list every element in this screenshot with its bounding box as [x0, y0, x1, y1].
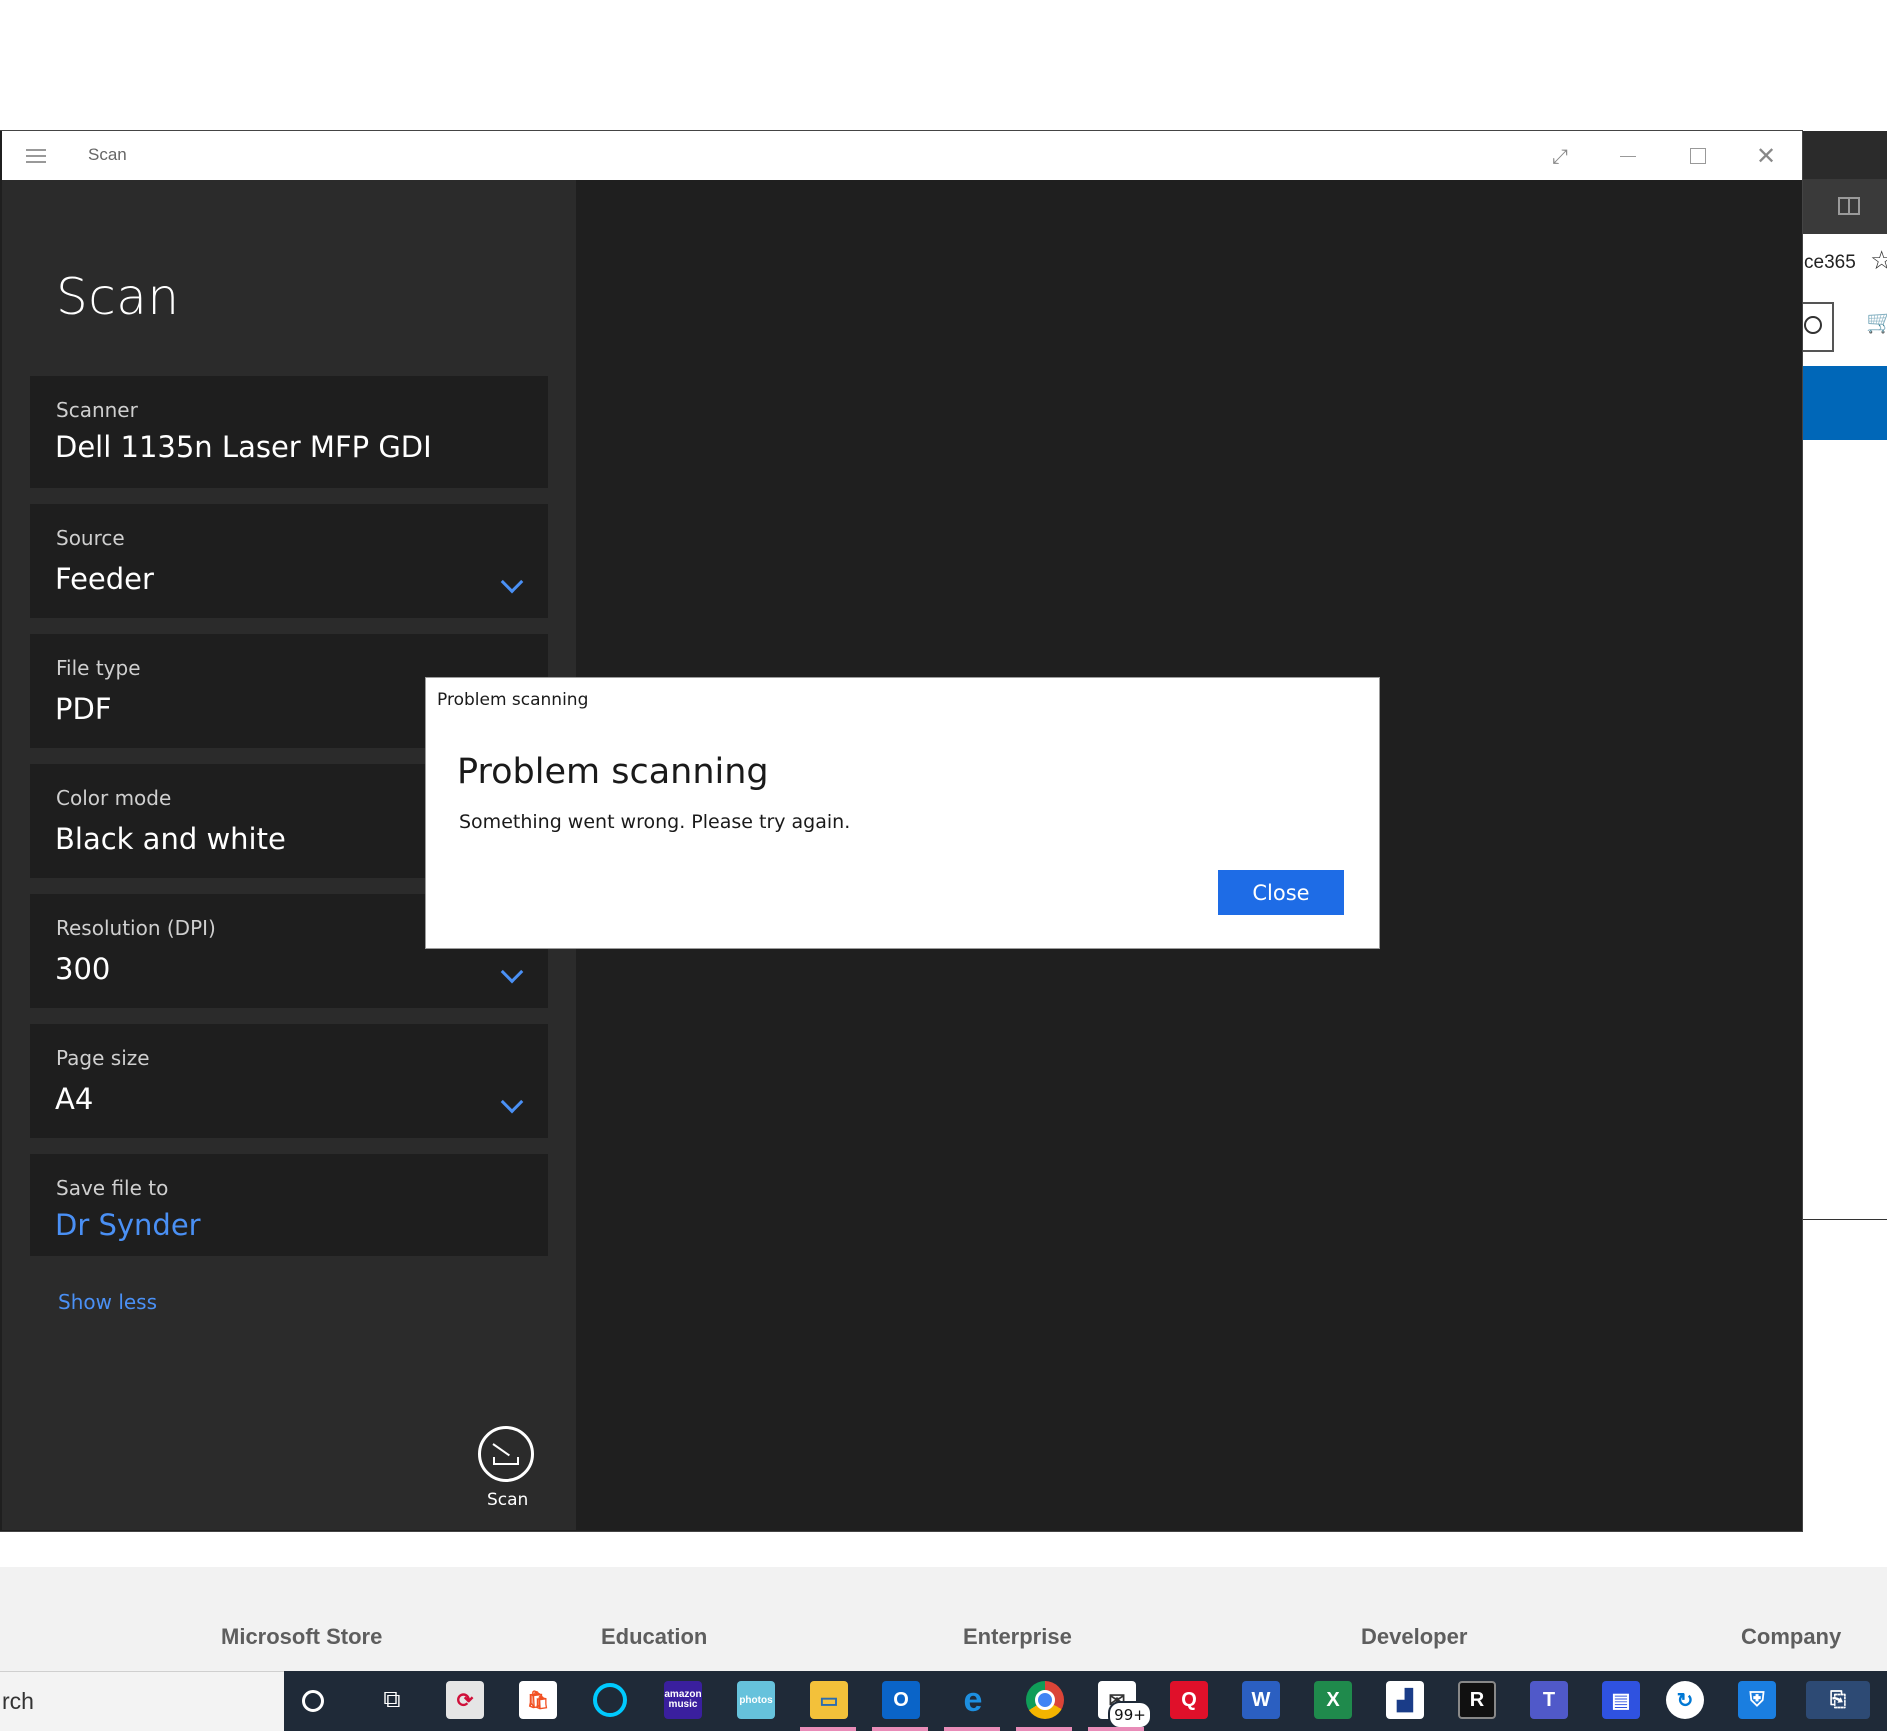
- scanner-icon: [492, 1443, 510, 1457]
- divider: [1802, 1219, 1887, 1220]
- resolution-label: Resolution (DPI): [56, 916, 216, 940]
- reading-view-icon[interactable]: [1802, 179, 1887, 234]
- chrome-icon[interactable]: [1026, 1681, 1064, 1719]
- microsoft-store-icon[interactable]: 🛍: [519, 1681, 557, 1719]
- save-to-field: Save file to Dr Synder: [30, 1154, 548, 1256]
- mail-unread-badge: 99+: [1108, 1701, 1152, 1729]
- footer-education: Education: [601, 1624, 708, 1649]
- color-mode-label: Color mode: [56, 786, 172, 810]
- search-icon[interactable]: [1804, 316, 1822, 334]
- footer-enterprise: Enterprise: [963, 1624, 1072, 1649]
- scanner-value: Dell 1135n Laser MFP GDI: [55, 430, 432, 464]
- chart-app-icon[interactable]: ▟: [1386, 1681, 1424, 1719]
- cart-icon[interactable]: 🛒: [1866, 310, 1887, 335]
- taskbar-search-text: rch: [2, 1688, 34, 1714]
- minimize-button[interactable]: [1603, 140, 1653, 172]
- dialog-caption: Problem scanning: [437, 690, 589, 710]
- source-label: Source: [56, 526, 125, 550]
- scan-app-taskbar-icon[interactable]: ⎘: [1806, 1681, 1870, 1719]
- close-dialog-button[interactable]: Close: [1218, 870, 1344, 915]
- maximize-button[interactable]: [1672, 140, 1722, 172]
- window-title: Scan: [88, 145, 127, 164]
- favorite-star-icon[interactable]: ☆: [1870, 246, 1887, 276]
- chevron-down-icon: [500, 960, 524, 984]
- scan-button-label: Scan: [487, 1490, 529, 1510]
- source-dropdown[interactable]: Source Feeder: [30, 504, 548, 618]
- remote-desktop-icon[interactable]: ↻: [1666, 1681, 1704, 1719]
- running-indicator: [944, 1727, 1000, 1731]
- file-type-label: File type: [56, 656, 141, 680]
- edge-icon[interactable]: e: [954, 1681, 992, 1719]
- resolution-value: 300: [55, 952, 111, 986]
- running-indicator: [1088, 1727, 1144, 1731]
- cortana-icon[interactable]: [302, 1690, 324, 1712]
- background-link-fragment: ': [330, 0, 334, 8]
- site-footer: [0, 1567, 1887, 1671]
- scanner-field[interactable]: Scanner Dell 1135n Laser MFP GDI: [30, 376, 548, 488]
- quicken-icon[interactable]: Q: [1170, 1681, 1208, 1719]
- taskbar-search-box[interactable]: rch: [0, 1671, 284, 1731]
- remote-app-icon[interactable]: R: [1458, 1681, 1496, 1719]
- site-banner-fragment: [1802, 366, 1887, 440]
- task-view-icon[interactable]: ⧉: [373, 1681, 411, 1719]
- footer-microsoft-store: Microsoft Store: [221, 1624, 383, 1649]
- word-icon[interactable]: W: [1242, 1681, 1280, 1719]
- footer-company: Company: [1741, 1624, 1842, 1649]
- address-text: ce365: [1804, 252, 1856, 273]
- save-to-label: Save file to: [56, 1176, 169, 1200]
- page-size-dropdown[interactable]: Page size A4: [30, 1024, 548, 1138]
- source-value: Feeder: [55, 562, 154, 596]
- page-size-value: A4: [55, 1082, 94, 1116]
- pane-title: Scan: [56, 268, 180, 326]
- teams-icon[interactable]: T: [1530, 1681, 1568, 1719]
- sync-app-icon[interactable]: ⟳: [446, 1681, 484, 1719]
- color-mode-value: Black and white: [55, 822, 286, 856]
- site-search-fragment[interactable]: 🛒: [1798, 292, 1887, 366]
- chevron-down-icon: [500, 1090, 524, 1114]
- dialog-message: Something went wrong. Please try again.: [459, 811, 851, 833]
- amazon-music-icon[interactable]: amazon music: [664, 1681, 702, 1719]
- scanner-label: Scanner: [56, 398, 138, 422]
- address-bar-fragment[interactable]: ce365 ☆: [1802, 234, 1887, 292]
- file-type-value: PDF: [55, 692, 112, 726]
- amazon-photos-label: photos: [739, 1694, 773, 1706]
- scan-button[interactable]: [478, 1426, 534, 1482]
- amazon-photos-icon[interactable]: photos: [737, 1681, 775, 1719]
- alexa-icon[interactable]: [593, 1683, 627, 1717]
- running-indicator: [800, 1727, 856, 1731]
- close-window-button[interactable]: ✕: [1741, 140, 1791, 172]
- excel-icon[interactable]: X: [1314, 1681, 1352, 1719]
- scanner-app-icon[interactable]: ▤: [1602, 1681, 1640, 1719]
- file-explorer-icon[interactable]: ▭: [810, 1681, 848, 1719]
- show-less-link[interactable]: Show less: [58, 1290, 157, 1314]
- security-shield-icon[interactable]: ⛨: [1738, 1681, 1776, 1719]
- dialog-title: Problem scanning: [457, 752, 769, 792]
- amazon-music-label: amazon music: [664, 1689, 702, 1710]
- browser-toolbar-fragment: [1802, 131, 1887, 179]
- page-size-label: Page size: [56, 1046, 150, 1070]
- fullscreen-icon[interactable]: ⤢: [1535, 140, 1585, 172]
- outlook-icon[interactable]: O: [882, 1681, 920, 1719]
- save-to-folder-link[interactable]: Dr Synder: [55, 1208, 201, 1242]
- chevron-down-icon: [500, 570, 524, 594]
- running-indicator: [872, 1727, 928, 1731]
- running-indicator: [1016, 1727, 1072, 1731]
- title-bar: [2, 131, 1802, 180]
- hamburger-menu-icon[interactable]: [26, 149, 46, 163]
- footer-developer: Developer: [1361, 1624, 1468, 1649]
